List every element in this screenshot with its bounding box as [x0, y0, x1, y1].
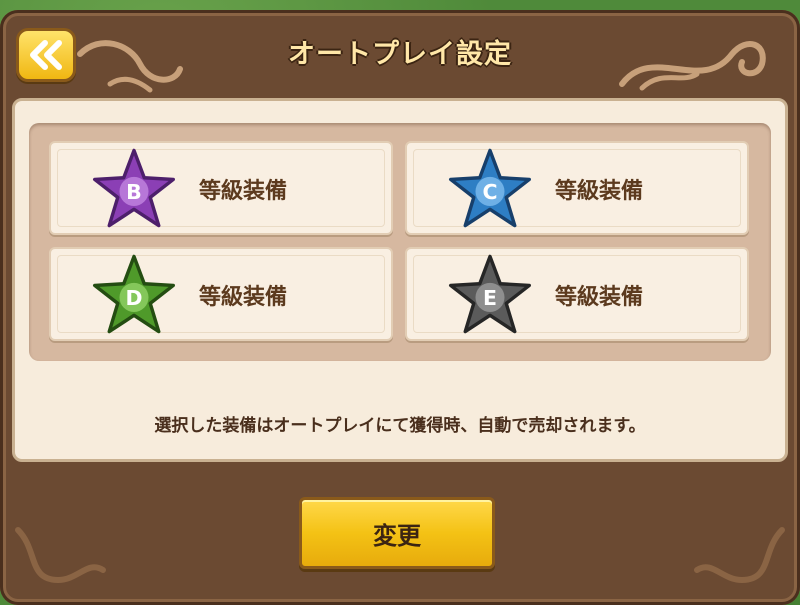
- svg-text:C: C: [482, 180, 497, 204]
- svg-text:B: B: [126, 180, 142, 204]
- auto-sell-note: 選択した装備はオートプレイにて獲得時、自動で売却されます。: [154, 416, 646, 436]
- svg-text:E: E: [483, 286, 497, 310]
- ornament-bottom-left-icon: [15, 527, 106, 584]
- grade-label: 等級装備: [199, 285, 288, 310]
- grade-card-b[interactable]: B 等級装備: [49, 141, 393, 235]
- grade-label: 等級装備: [555, 179, 644, 204]
- ornament-bottom-right-icon: [694, 527, 785, 584]
- star-c-icon: C: [449, 148, 532, 228]
- star-e-icon: E: [449, 254, 532, 334]
- grade-card-c[interactable]: C 等級装備: [405, 141, 749, 235]
- settings-panel: B 等級装備 C 等級装備 D 等級装備 E 等級装備 選択した装備はオートプレ…: [12, 98, 788, 462]
- grade-card-e[interactable]: E 等級装備: [405, 247, 749, 341]
- svg-text:D: D: [125, 286, 142, 310]
- grade-card-d[interactable]: D 等級装備: [49, 247, 393, 341]
- page-title: オートプレイ設定: [288, 39, 512, 70]
- star-d-icon: D: [93, 254, 176, 334]
- star-b-icon: B: [93, 148, 176, 228]
- grade-label: 等級装備: [555, 285, 644, 310]
- grade-label: 等級装備: [199, 179, 288, 204]
- change-button[interactable]: 変更: [299, 497, 495, 569]
- grade-list: B 等級装備 C 等級装備 D 等級装備 E 等級装備: [29, 123, 771, 361]
